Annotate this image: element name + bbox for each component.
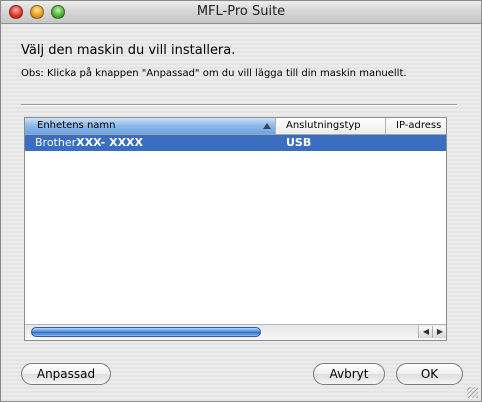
horizontal-scrollbar[interactable]: ◀ ▶ [25, 324, 446, 340]
dialog-note: Obs: Klicka på knappen "Anpassad" om du … [21, 68, 407, 79]
resize-grip-icon[interactable] [467, 387, 478, 398]
separator [21, 104, 457, 106]
dialog-heading: Välj den maskin du vill installera. [21, 43, 236, 58]
installer-window: MFL-Pro Suite Välj den maskin du vill in… [0, 0, 482, 402]
table-header: Enhetens namn Anslutningstyp IP-adress [25, 118, 446, 135]
cancel-button[interactable]: Avbryt [313, 363, 385, 385]
scroll-right-arrow-icon[interactable]: ▶ [432, 326, 446, 338]
custom-button[interactable]: Anpassad [21, 363, 111, 385]
column-header-ip-address[interactable]: IP-adress [386, 118, 446, 134]
table-row[interactable]: BrotherXXX- XXXX USB [25, 135, 446, 151]
scrollbar-thumb[interactable] [31, 327, 261, 337]
column-header-device-name[interactable]: Enhetens namn [25, 118, 276, 134]
device-table: Enhetens namn Anslutningstyp IP-adress B… [24, 117, 447, 341]
column-header-label: Enhetens namn [37, 120, 116, 131]
sort-ascending-icon [263, 123, 271, 129]
ok-button[interactable]: OK [396, 363, 463, 385]
scroll-left-arrow-icon[interactable]: ◀ [418, 326, 433, 338]
device-name-model: XXX- XXXX [76, 136, 144, 149]
column-header-connection-type[interactable]: Anslutningstyp [276, 118, 386, 134]
device-name-cell: BrotherXXX- XXXX [35, 135, 143, 151]
title-bar[interactable]: MFL-Pro Suite [1, 1, 481, 24]
device-name-prefix: Brother [35, 136, 77, 149]
connection-type-cell: USB [286, 136, 312, 149]
window-title: MFL-Pro Suite [196, 4, 286, 19]
